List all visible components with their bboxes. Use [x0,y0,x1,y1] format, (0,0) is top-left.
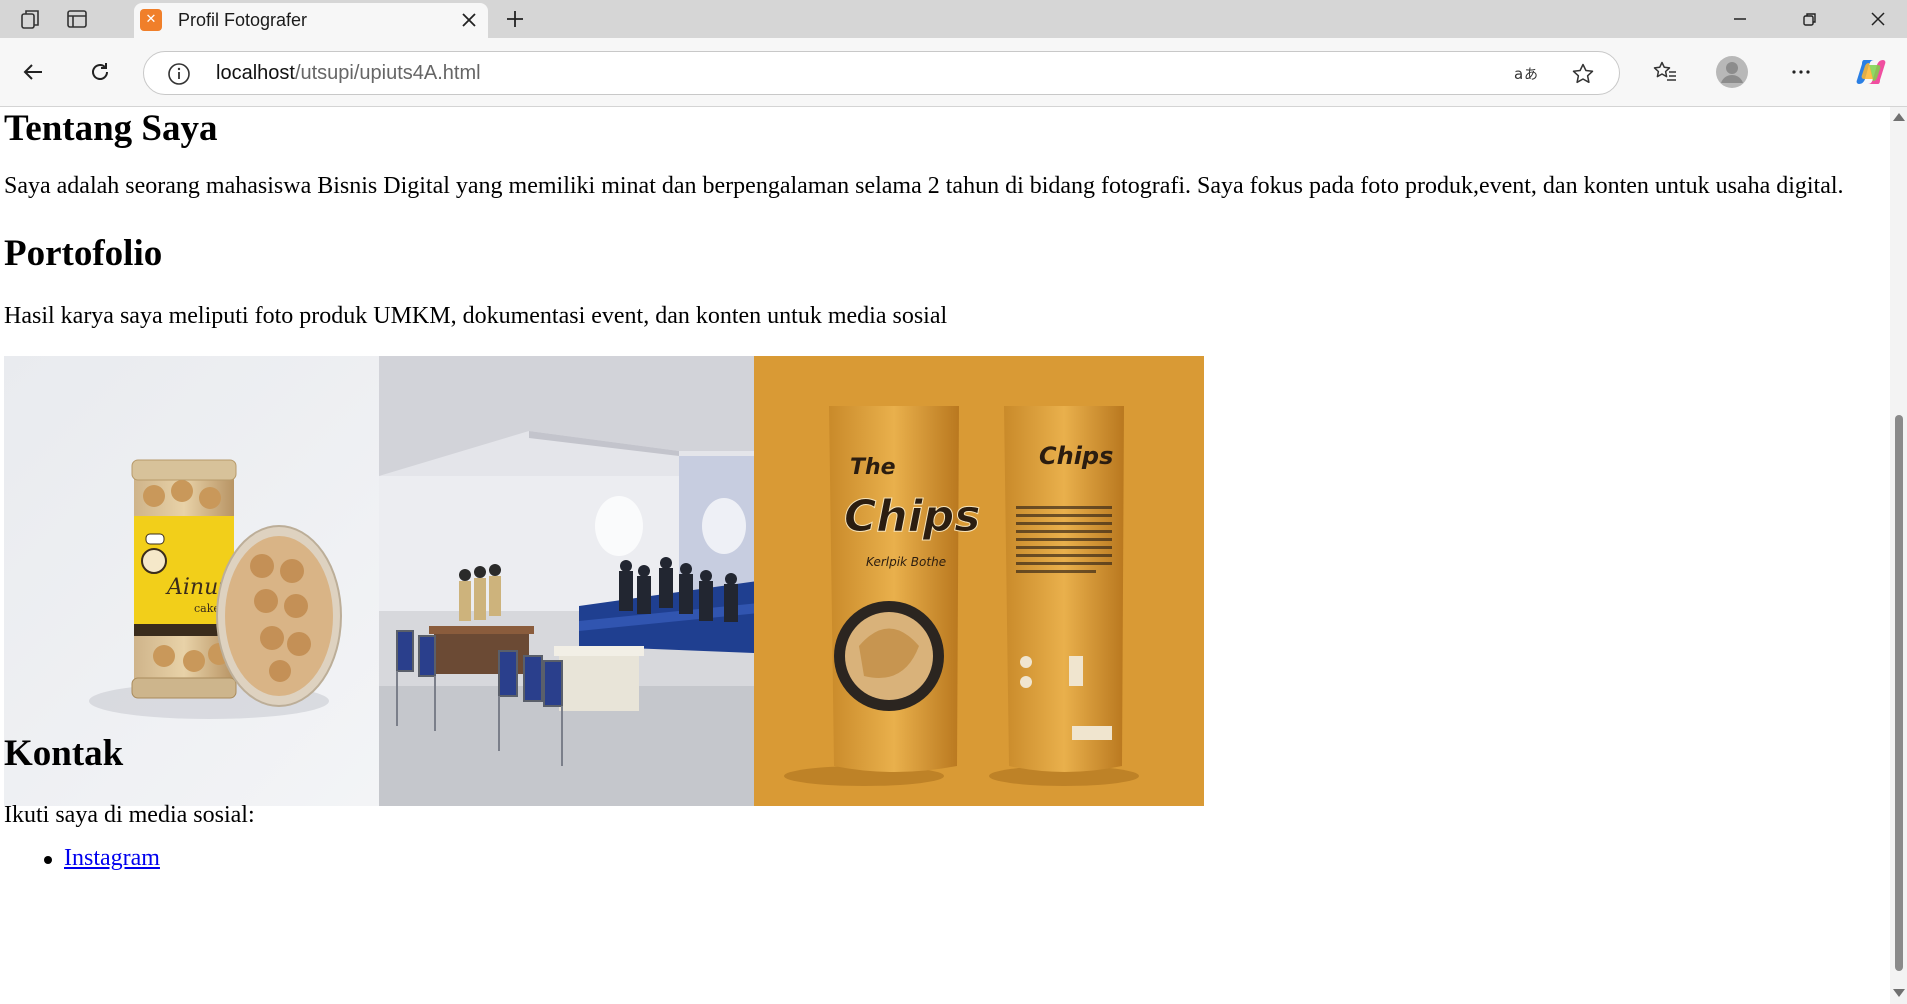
social-links-list: Instagram [4,845,160,872]
about-heading: Tentang Saya [4,108,218,149]
copilot-button[interactable] [1852,53,1890,91]
page-scrollbar[interactable] [1890,107,1907,1004]
read-aloud-icon[interactable]: aあ [1513,60,1541,88]
refresh-button[interactable] [81,53,119,91]
workspaces-button[interactable] [14,4,48,34]
vertical-tabs-button[interactable] [60,4,94,34]
copilot-icon [1856,60,1886,84]
profile-button[interactable] [1713,53,1751,91]
close-icon [1871,12,1885,26]
back-button[interactable] [14,53,52,91]
minimize-button[interactable] [1705,0,1775,38]
more-options-button[interactable] [1782,53,1820,91]
portfolio-text: Hasil karya saya meliputi foto produk UM… [4,303,948,329]
scrollbar-thumb[interactable] [1895,415,1903,971]
new-tab-button[interactable] [498,4,532,34]
scroll-up-arrow-icon[interactable] [1893,113,1905,121]
contact-text: Ikuti saya di media sosial: [4,802,255,828]
portfolio-heading: Portofolio [4,233,163,274]
favorites-button[interactable] [1646,53,1684,91]
restore-icon [1803,13,1816,26]
about-text: Saya adalah seorang mahasiswa Bisnis Dig… [4,173,1844,199]
favorite-star-icon[interactable] [1569,60,1597,88]
url-host: localhost [216,62,295,84]
minimize-icon [1734,18,1746,20]
scroll-down-arrow-icon[interactable] [1893,989,1905,997]
url-path: /utsupi/upiuts4A.html [294,62,481,84]
chips-sub-text: Kerlpik Bothe [866,555,946,569]
svg-text:a: a [1514,65,1523,83]
browser-toolbar: localhost/utsupi/upiuts4A.html aあ [0,38,1907,107]
chips-title-the: The [850,455,896,480]
svg-text:Chips: Chips [1039,442,1113,470]
active-tab[interactable]: ✕ Profil Fotografer [134,3,488,38]
avatar [1716,56,1748,88]
tab-close-button[interactable] [456,7,482,33]
workspaces-icon [21,10,39,29]
tab-title: Profil Fotografer [178,10,308,30]
tab-bar: ✕ Profil Fotografer [0,0,1907,38]
contact-heading: Kontak [4,733,124,774]
close-icon [462,13,476,27]
page-viewport: Tentang Saya Saya adalah seorang mahasis… [0,107,1887,1004]
window-close-button[interactable] [1843,0,1907,38]
favorites-list-icon [1653,61,1676,81]
instagram-link[interactable]: Instagram [64,845,160,871]
url-text[interactable]: localhost/utsupi/upiuts4A.html [216,62,481,85]
refresh-icon [92,63,108,80]
xampp-favicon-icon: ✕ [140,9,162,31]
cookie-sub-text: cake [194,602,220,615]
more-icon [1792,70,1810,74]
chips-title-chips: Chips [844,491,980,542]
restore-button[interactable] [1775,0,1845,38]
tab-actions-icon [67,10,87,28]
bullet-icon [44,856,52,864]
portfolio-photo-chips: The Chips Kerlpik Bothe Chips [754,356,1204,806]
site-info-icon[interactable] [166,61,192,87]
plus-icon [507,11,523,27]
svg-text:あ: あ [1524,67,1538,83]
list-item: Instagram [4,845,160,872]
arrow-left-icon [23,64,42,80]
address-bar[interactable]: localhost/utsupi/upiuts4A.html aあ [143,51,1620,95]
